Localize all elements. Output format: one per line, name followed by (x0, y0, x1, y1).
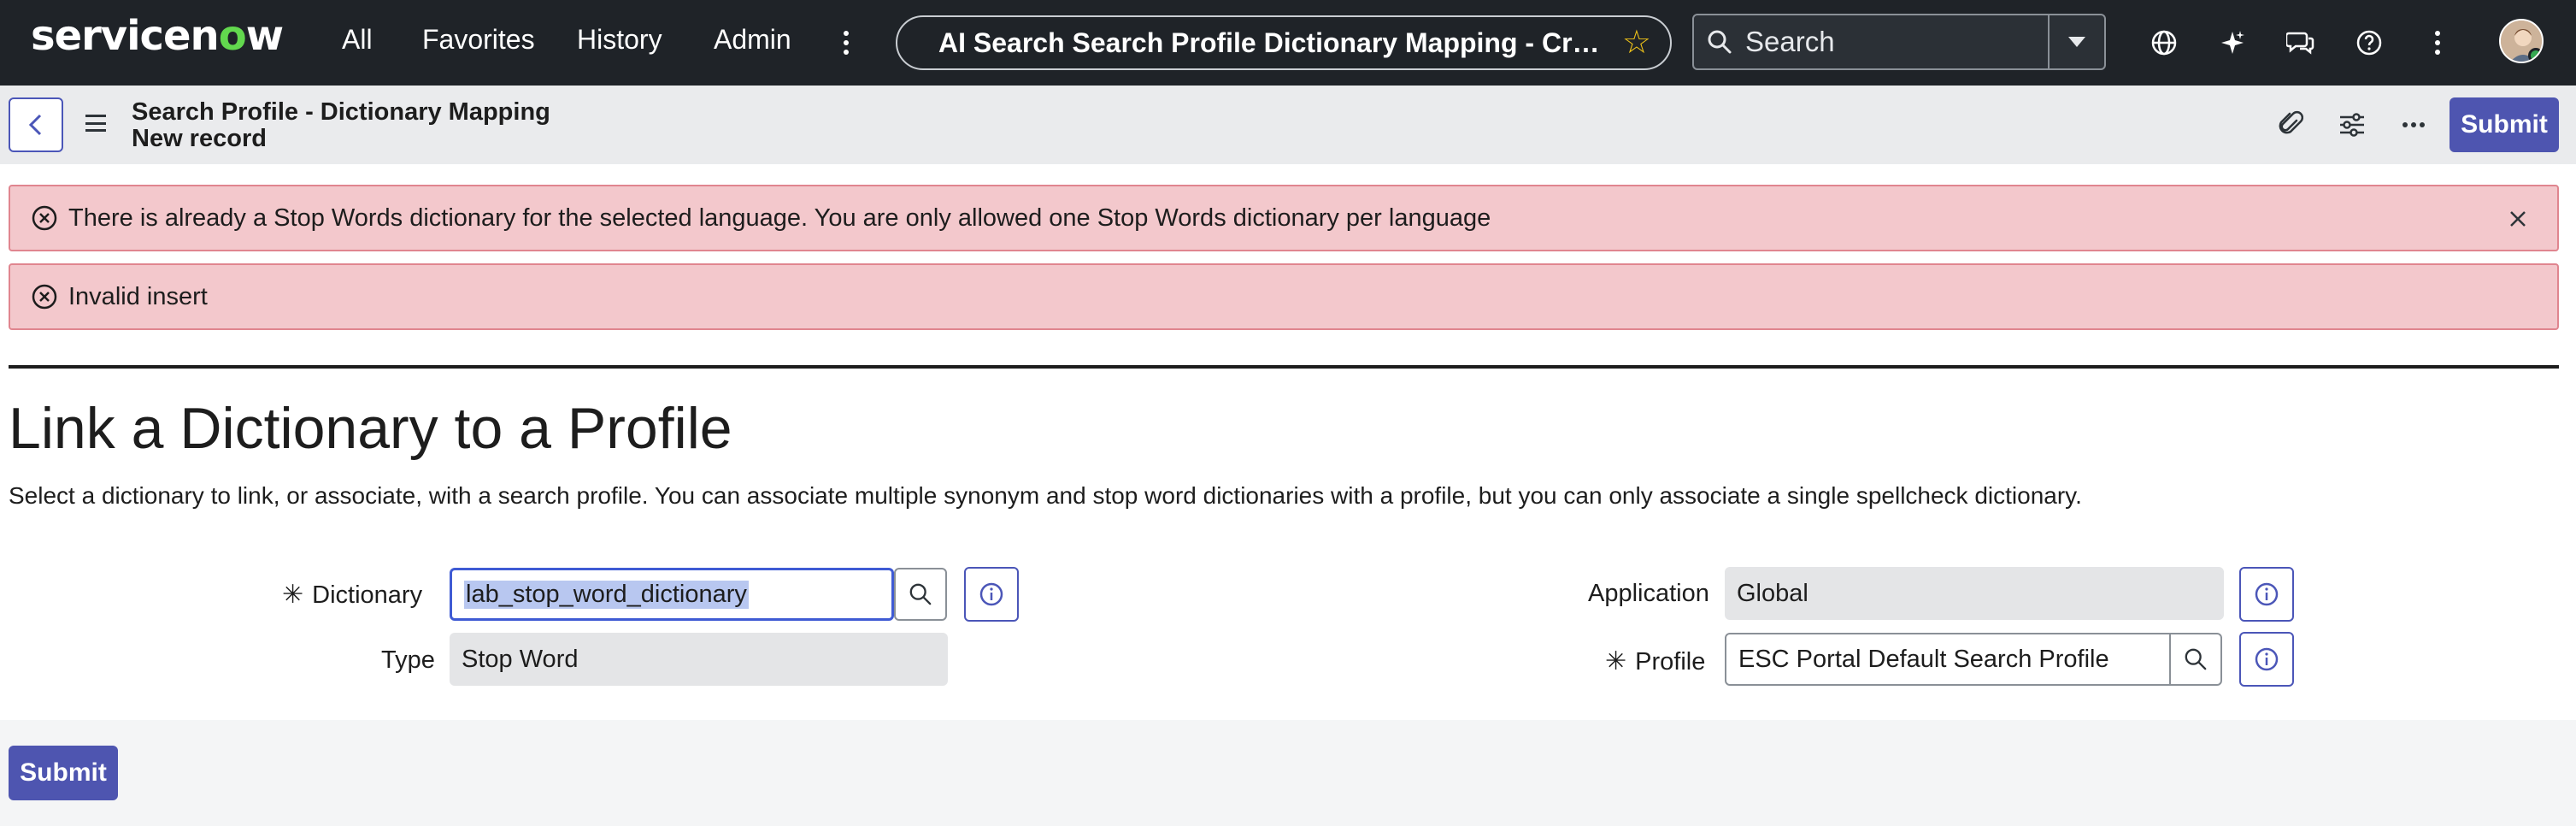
required-icon: ✳ (282, 581, 304, 609)
section-divider (9, 365, 2559, 369)
profile-info-button[interactable] (2239, 632, 2294, 687)
application-field: Global (1725, 567, 2224, 620)
caret-down-icon (2068, 37, 2085, 47)
more-icon[interactable] (2420, 24, 2455, 62)
info-icon (2255, 647, 2279, 671)
chevron-left-icon (28, 114, 42, 136)
page-title-pill[interactable]: AI Search Search Profile Dictionary Mapp… (896, 15, 1672, 70)
search-scope-dropdown[interactable] (2048, 15, 2104, 68)
search-icon (2185, 648, 2207, 670)
search-icon (1694, 15, 1745, 68)
nav-admin[interactable]: Admin (714, 24, 791, 56)
alert-message: Invalid insert (68, 282, 208, 310)
nav-all[interactable]: All (342, 24, 373, 56)
info-icon (2255, 582, 2279, 606)
record-table-name: Search Profile - Dictionary Mapping (132, 98, 550, 126)
profile-lookup-button[interactable] (2169, 633, 2222, 686)
type-value: Stop Word (462, 645, 579, 673)
globe-icon[interactable] (2144, 22, 2185, 63)
form-title: Link a Dictionary to a Profile (9, 396, 732, 461)
info-icon (979, 582, 1003, 606)
help-icon[interactable] (2349, 22, 2390, 63)
alert-message: There is already a Stop Words dictionary… (68, 204, 1491, 232)
submit-button-top[interactable]: Submit (2450, 97, 2559, 152)
submit-button-bottom[interactable]: Submit (9, 746, 118, 800)
star-icon[interactable]: ☆ (1622, 27, 1651, 59)
application-info-button[interactable] (2239, 567, 2294, 622)
error-alert-invalid-insert: Invalid insert (9, 263, 2559, 330)
profile-label: ✳ Profile (1605, 647, 1706, 676)
close-icon[interactable] (2504, 205, 2532, 233)
form-header: Search Profile - Dictionary Mapping New … (0, 86, 2576, 164)
attachment-icon[interactable] (2270, 104, 2311, 145)
page-title: AI Search Search Profile Dictionary Mapp… (938, 27, 1607, 58)
context-menu-icon[interactable] (85, 115, 106, 132)
record-title: Search Profile - Dictionary Mapping New … (132, 99, 550, 152)
dictionary-field[interactable]: lab_stop_word_dictionary (450, 568, 894, 621)
record-state: New record (132, 125, 267, 152)
error-alert-stopwords: There is already a Stop Words dictionary… (9, 185, 2559, 251)
required-icon: ✳ (1605, 647, 1627, 676)
personalize-form-icon[interactable] (2332, 104, 2373, 145)
chat-icon[interactable] (2280, 22, 2321, 63)
dictionary-info-button[interactable] (964, 567, 1019, 622)
application-label: Application (1588, 580, 1709, 607)
top-navigation: servicenow All Favorites History Admin A… (0, 0, 2576, 86)
user-avatar[interactable] (2499, 19, 2544, 63)
search-input[interactable]: Search (1745, 26, 2048, 58)
dictionary-label: ✳ Dictionary (282, 581, 423, 609)
nav-favorites[interactable]: Favorites (422, 24, 535, 56)
form-footer (0, 720, 2576, 826)
type-label: Type (381, 646, 435, 674)
dictionary-value: lab_stop_word_dictionary (464, 580, 749, 609)
sparkle-icon[interactable] (2212, 22, 2253, 63)
nav-more-icon[interactable] (829, 24, 863, 62)
nav-history[interactable]: History (577, 24, 662, 56)
type-field: Stop Word (450, 633, 948, 686)
form-description: Select a dictionary to link, or associat… (9, 482, 2082, 509)
global-search[interactable]: Search (1692, 14, 2106, 70)
error-circle-icon (32, 284, 57, 310)
profile-value: ESC Portal Default Search Profile (1738, 645, 2109, 673)
servicenow-logo[interactable]: servicenow (31, 12, 284, 60)
more-actions-icon[interactable] (2393, 104, 2434, 145)
profile-field[interactable]: ESC Portal Default Search Profile (1725, 633, 2171, 686)
application-value: Global (1737, 579, 1808, 607)
back-button[interactable] (9, 97, 63, 152)
error-circle-icon (32, 205, 57, 231)
online-status-icon (2528, 48, 2542, 62)
search-icon (909, 583, 932, 605)
dictionary-lookup-button[interactable] (894, 568, 947, 621)
